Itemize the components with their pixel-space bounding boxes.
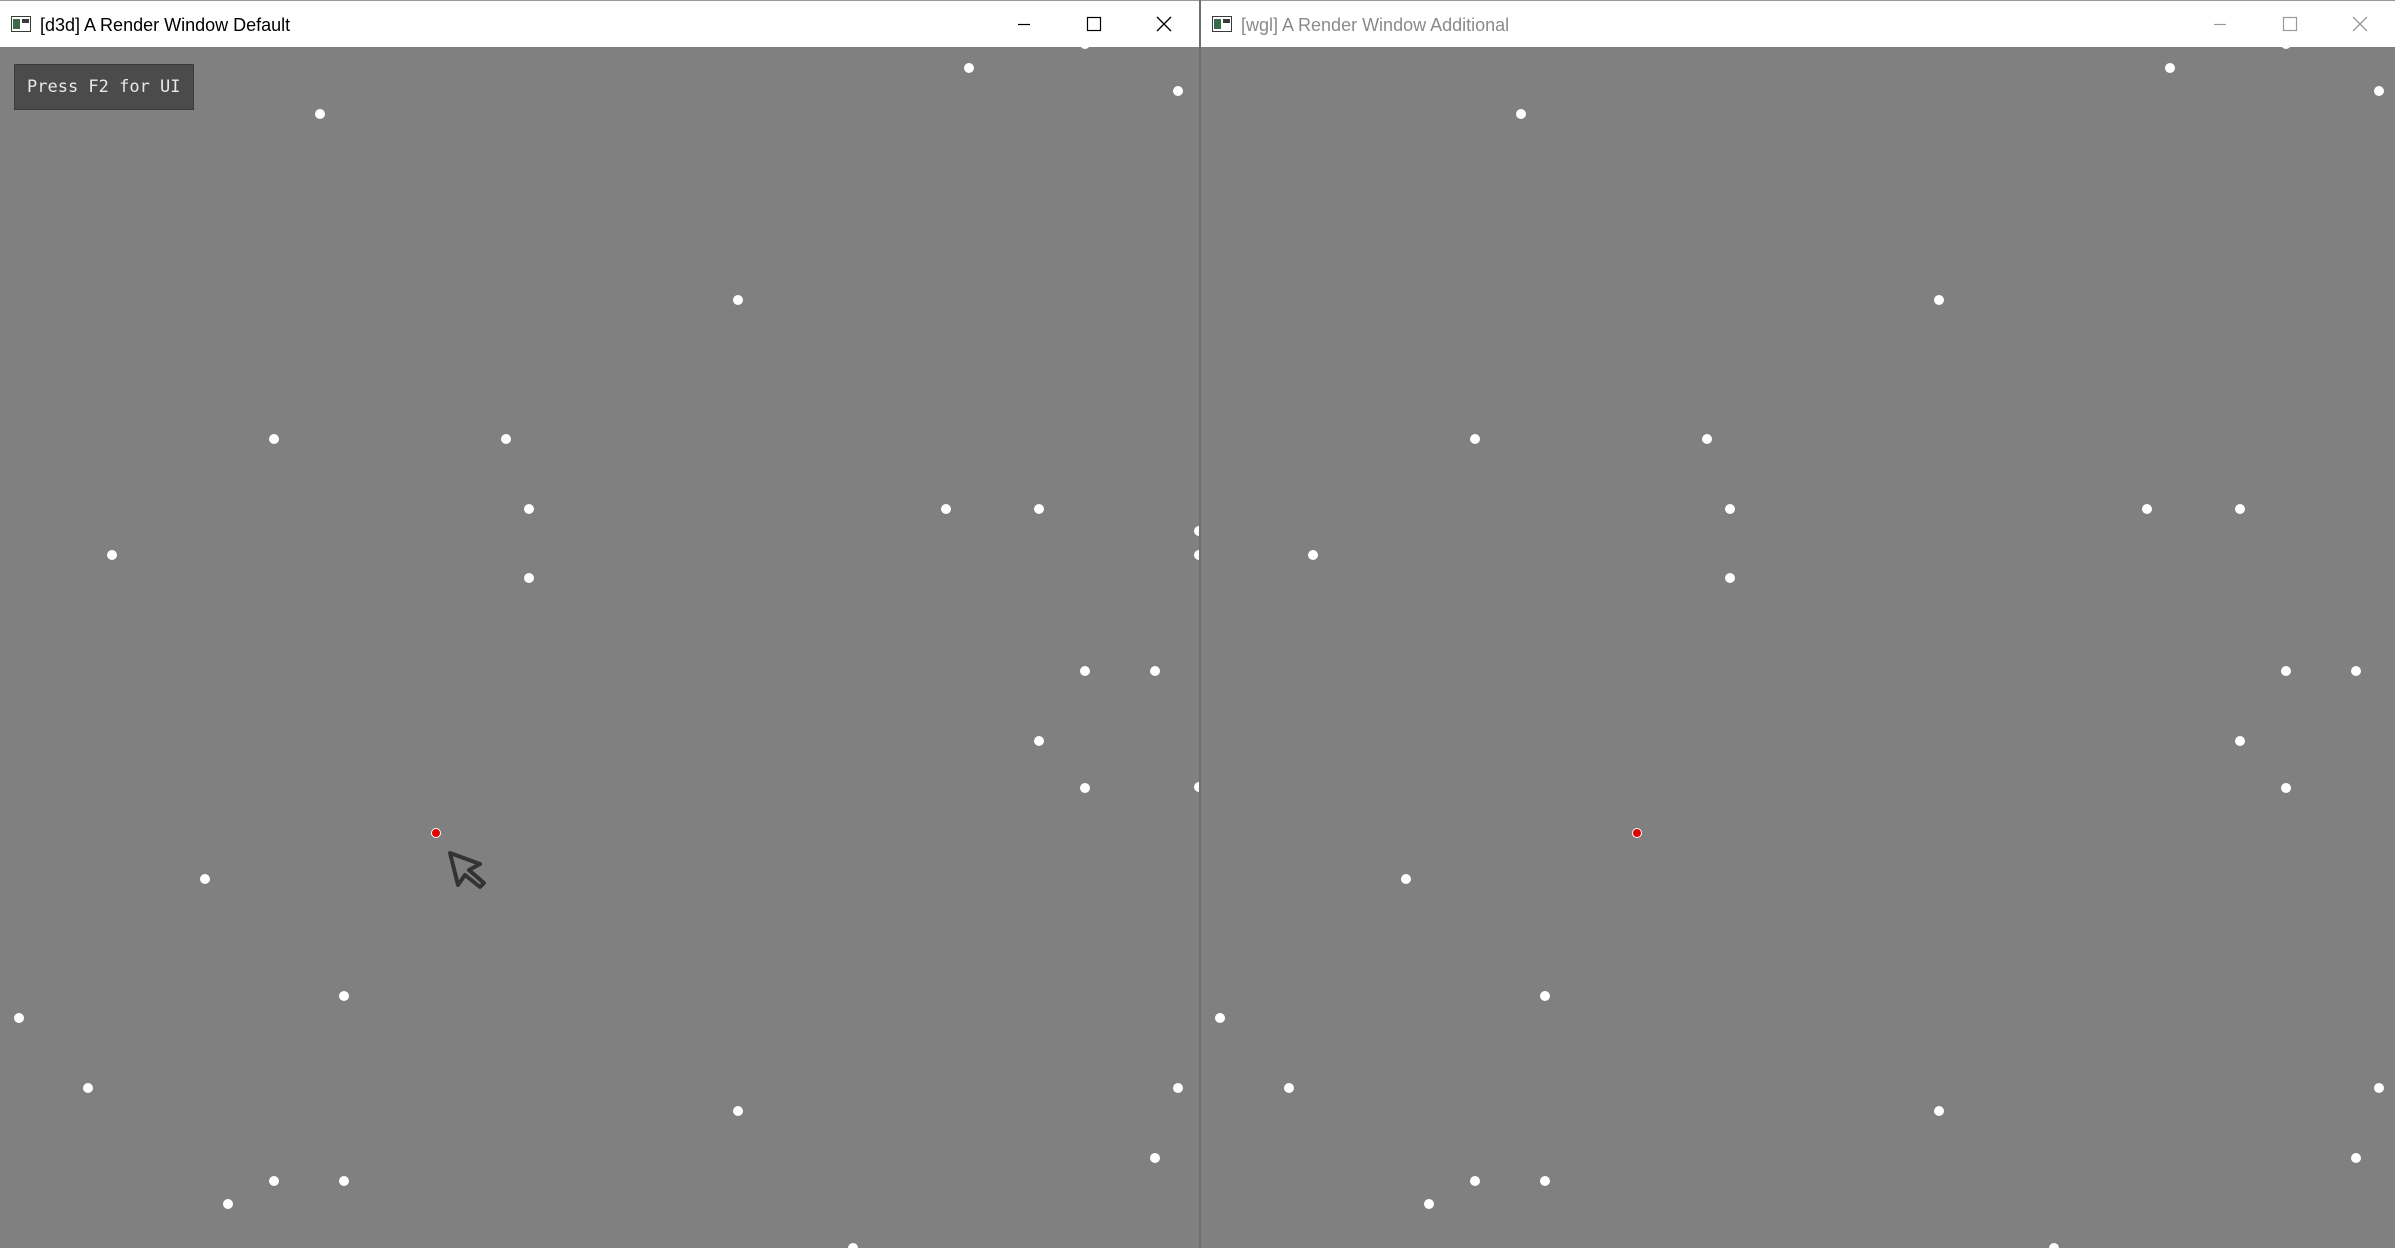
maximize-icon bbox=[2282, 16, 2298, 32]
particle bbox=[2351, 1153, 2361, 1163]
particle bbox=[1034, 504, 1044, 514]
window-title: [d3d] A Render Window Default bbox=[40, 15, 291, 35]
particle bbox=[2351, 666, 2361, 676]
particle bbox=[200, 874, 210, 884]
particle bbox=[2235, 504, 2245, 514]
particle bbox=[1401, 874, 1411, 884]
particle bbox=[2281, 666, 2291, 676]
particle bbox=[2235, 736, 2245, 746]
particle bbox=[107, 550, 117, 560]
particle bbox=[2281, 39, 2291, 49]
particle bbox=[1080, 783, 1090, 793]
particle bbox=[339, 1176, 349, 1186]
particle bbox=[1150, 666, 1160, 676]
app-icon bbox=[1212, 16, 1232, 32]
close-button[interactable] bbox=[1129, 1, 1199, 47]
render-window-additional[interactable]: [wgl] A Render Window Additional bbox=[1201, 0, 2395, 1248]
particle bbox=[501, 434, 511, 444]
particle bbox=[1215, 1013, 1225, 1023]
particle bbox=[524, 573, 534, 583]
particle bbox=[733, 295, 743, 305]
particle bbox=[2165, 63, 2175, 73]
particle bbox=[2142, 504, 2152, 514]
particle bbox=[2374, 1083, 2384, 1093]
particle bbox=[941, 504, 951, 514]
close-button[interactable] bbox=[2325, 1, 2395, 47]
render-window-default[interactable]: [d3d] A Render Window Default Press F2 f… bbox=[0, 0, 1199, 1248]
maximize-button[interactable] bbox=[1059, 1, 1129, 47]
particle bbox=[1173, 1083, 1183, 1093]
close-icon bbox=[1156, 16, 1172, 32]
titlebar[interactable]: [d3d] A Render Window Default bbox=[0, 0, 1199, 47]
particle bbox=[2281, 783, 2291, 793]
particle bbox=[1702, 434, 1712, 444]
maximize-icon bbox=[1086, 16, 1102, 32]
particle bbox=[1284, 1083, 1294, 1093]
particle bbox=[1424, 1199, 1434, 1209]
particle bbox=[1308, 550, 1318, 560]
particle bbox=[1540, 991, 1550, 1001]
particle bbox=[848, 1243, 858, 1248]
minimize-button[interactable] bbox=[2185, 1, 2255, 47]
minimize-icon bbox=[1018, 23, 1030, 26]
particle bbox=[1080, 666, 1090, 676]
particle bbox=[964, 63, 974, 73]
particle bbox=[83, 1083, 93, 1093]
particle bbox=[269, 434, 279, 444]
mouse-cursor-icon bbox=[448, 851, 486, 889]
minimize-button[interactable] bbox=[989, 1, 1059, 47]
particle bbox=[1470, 434, 1480, 444]
particle bbox=[1540, 1176, 1550, 1186]
particle bbox=[1080, 39, 1090, 49]
minimize-icon bbox=[2214, 23, 2226, 26]
particle bbox=[1725, 573, 1735, 583]
highlighted-particle bbox=[1632, 828, 1642, 838]
particle bbox=[1934, 295, 1944, 305]
particle bbox=[1034, 736, 1044, 746]
particle bbox=[315, 109, 325, 119]
particle bbox=[1470, 1176, 1480, 1186]
particle bbox=[1516, 109, 1526, 119]
particle bbox=[1725, 504, 1735, 514]
particle bbox=[339, 991, 349, 1001]
close-icon bbox=[2352, 16, 2368, 32]
particle bbox=[733, 1106, 743, 1116]
particle bbox=[2374, 86, 2384, 96]
render-canvas[interactable]: Press F2 for UI bbox=[0, 39, 1199, 1248]
particle bbox=[1150, 1153, 1160, 1163]
particle bbox=[14, 1013, 24, 1023]
render-canvas[interactable] bbox=[1201, 39, 2395, 1248]
window-title: [wgl] A Render Window Additional bbox=[1241, 15, 1510, 35]
app-icon bbox=[11, 16, 31, 32]
particle bbox=[223, 1199, 233, 1209]
particle bbox=[1934, 1106, 1944, 1116]
titlebar[interactable]: [wgl] A Render Window Additional bbox=[1201, 0, 2395, 47]
highlighted-particle bbox=[431, 828, 441, 838]
ui-hint-label: Press F2 for UI bbox=[14, 64, 194, 110]
particle bbox=[1173, 86, 1183, 96]
particle bbox=[524, 504, 534, 514]
particle bbox=[269, 1176, 279, 1186]
particle bbox=[2049, 1243, 2059, 1248]
